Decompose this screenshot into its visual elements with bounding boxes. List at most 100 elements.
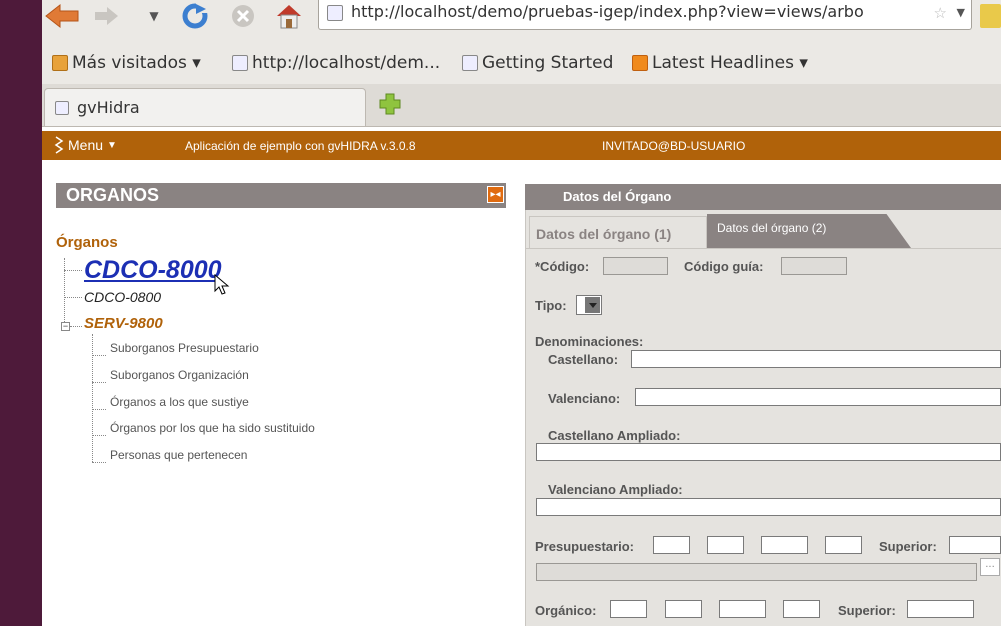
superior-input[interactable] xyxy=(949,536,1001,554)
expand-toggle-icon[interactable]: ▸◂ xyxy=(487,186,504,203)
bookmark-label: Getting Started xyxy=(482,53,614,73)
right-panel-header: Datos del Órgano xyxy=(525,184,1001,210)
organico-input-3[interactable] xyxy=(719,600,766,618)
castellano-input[interactable] xyxy=(631,350,1001,368)
home-button[interactable] xyxy=(274,0,304,32)
menu-logo-icon xyxy=(54,136,64,154)
valenciano-ampliado-input[interactable] xyxy=(536,498,1001,516)
bookmark-latest-headlines[interactable]: Latest Headlines ▾ xyxy=(632,53,808,73)
reload-button[interactable] xyxy=(180,0,210,32)
right-panel-title: Datos del Órgano xyxy=(563,189,672,204)
tree-node-cdco-0800[interactable]: CDCO-0800 xyxy=(84,289,161,305)
organico-superior-label: Superior: xyxy=(838,603,896,618)
bookmark-localhost[interactable]: http://localhost/dem... xyxy=(232,53,440,73)
tab-strip: gvHidra xyxy=(42,84,1001,127)
organico-input-4[interactable] xyxy=(783,600,820,618)
site-identity-icon[interactable] xyxy=(327,5,343,21)
tree-child-organos-sustituido[interactable]: Órganos por los que ha sido sustituido xyxy=(110,421,315,435)
lookup-button[interactable]: ... xyxy=(980,558,1000,576)
url-dropdown-icon[interactable]: ▼ xyxy=(957,6,965,19)
chevron-down-icon xyxy=(585,297,600,313)
organico-input-2[interactable] xyxy=(665,600,702,618)
page-icon xyxy=(232,55,248,71)
tree-child-personas[interactable]: Personas que pertenecen xyxy=(110,448,247,462)
tree-connector xyxy=(92,382,106,383)
tipo-select[interactable] xyxy=(576,295,602,315)
organico-input-1[interactable] xyxy=(610,600,647,618)
tree-child-organos-sustiye[interactable]: Órganos a los que sustiye xyxy=(110,395,249,409)
history-dropdown-button[interactable]: ▼ xyxy=(146,0,162,32)
tree-node-cdco-8000[interactable]: CDCO-8000 xyxy=(84,256,222,285)
mouse-pointer-icon xyxy=(214,274,230,295)
tab-label: Datos del órgano (1) xyxy=(536,226,672,242)
bookmarks-toolbar: Más visitados ▾ http://localhost/dem... … xyxy=(42,42,1001,85)
tree-connector xyxy=(92,409,106,410)
back-button[interactable] xyxy=(42,0,82,32)
bookmark-getting-started[interactable]: Getting Started xyxy=(462,53,613,73)
presupuestario-input-3[interactable] xyxy=(761,536,808,554)
tree-connector xyxy=(92,334,93,462)
tab-gvhidra[interactable]: gvHidra xyxy=(44,88,366,126)
valenciano-input[interactable] xyxy=(635,388,1001,406)
new-tab-button[interactable] xyxy=(378,92,402,116)
reload-icon xyxy=(182,3,208,29)
tab-datos-organo-2[interactable]: Datos del órgano (2) xyxy=(707,214,911,248)
organico-superior-input[interactable] xyxy=(907,600,974,618)
tree-connector xyxy=(64,270,82,271)
presupuestario-description xyxy=(536,563,977,581)
tipo-label: Tipo: xyxy=(535,298,567,313)
bookmark-mas-visitados[interactable]: Más visitados ▾ xyxy=(52,53,201,73)
codigo-guia-label: Código guía: xyxy=(684,259,764,274)
tab-datos-organo-1[interactable]: Datos del órgano (1) xyxy=(529,216,707,248)
codigo-input[interactable] xyxy=(603,257,668,275)
tree-root-label: Órganos xyxy=(56,234,118,251)
forward-button[interactable] xyxy=(92,0,122,32)
bookmark-label: Latest Headlines ▾ xyxy=(652,53,808,73)
presupuestario-input-4[interactable] xyxy=(825,536,862,554)
tree-connector xyxy=(92,462,106,463)
collapse-icon[interactable]: − xyxy=(61,322,70,331)
tree-connector xyxy=(92,355,106,356)
current-user: INVITADO@BD-USUARIO xyxy=(602,139,746,153)
left-panel-title: ORGANOS xyxy=(66,185,160,205)
stop-button[interactable] xyxy=(228,0,258,32)
bookmark-label: Más visitados ▾ xyxy=(72,53,201,73)
superior-label: Superior: xyxy=(879,539,937,554)
presupuestario-input-2[interactable] xyxy=(707,536,744,554)
plus-icon xyxy=(379,93,401,115)
codigo-label: *Código: xyxy=(535,259,590,274)
desktop-side-strip xyxy=(0,0,42,626)
valenciano-ampliado-label: Valenciano Ampliado: xyxy=(548,482,683,497)
tree-connector xyxy=(70,326,82,327)
url-bar[interactable]: http://localhost/demo/pruebas-igep/index… xyxy=(318,0,972,30)
search-engine-icon[interactable] xyxy=(980,4,1001,28)
home-icon xyxy=(277,5,301,29)
tree-node-serv-9800[interactable]: SERV-9800 xyxy=(84,315,163,332)
tree-connector xyxy=(64,297,82,298)
left-panel-header: ORGANOS ▸◂ xyxy=(56,183,506,208)
valenciano-label: Valenciano: xyxy=(548,391,621,406)
codigo-guia-input[interactable] xyxy=(781,257,847,275)
rss-icon xyxy=(632,55,648,71)
castellano-ampliado-input[interactable] xyxy=(536,443,1001,461)
bookmark-star-icon[interactable]: ☆ xyxy=(934,4,947,22)
stop-icon xyxy=(232,5,254,27)
menu-button[interactable]: Menu ▼ xyxy=(54,136,117,154)
organico-label: Orgánico: xyxy=(535,603,597,618)
url-text[interactable]: http://localhost/demo/pruebas-igep/index… xyxy=(351,2,864,21)
tree-child-suborganos-organizacion[interactable]: Suborganos Organización xyxy=(110,368,249,382)
tab-divider xyxy=(525,248,1001,249)
tree-connector xyxy=(64,258,65,328)
app-title: Aplicación de ejemplo con gvHIDRA v.3.0.… xyxy=(185,139,416,153)
denominaciones-label: Denominaciones: xyxy=(535,334,644,349)
bookmark-label: http://localhost/dem... xyxy=(252,53,441,73)
forward-arrow-icon xyxy=(95,7,118,25)
tree-child-suborganos-presupuestario[interactable]: Suborganos Presupuestario xyxy=(110,341,259,355)
presupuestario-label: Presupuestario: xyxy=(535,539,634,554)
browser-toolbar: ▼ http://localhost/demo/pruebas-igep/ind… xyxy=(42,0,1001,42)
presupuestario-input-1[interactable] xyxy=(653,536,690,554)
page-icon xyxy=(462,55,478,71)
castellano-label: Castellano: xyxy=(548,352,619,367)
menu-label: Menu xyxy=(68,137,104,153)
chevron-down-icon: ▼ xyxy=(107,139,117,151)
